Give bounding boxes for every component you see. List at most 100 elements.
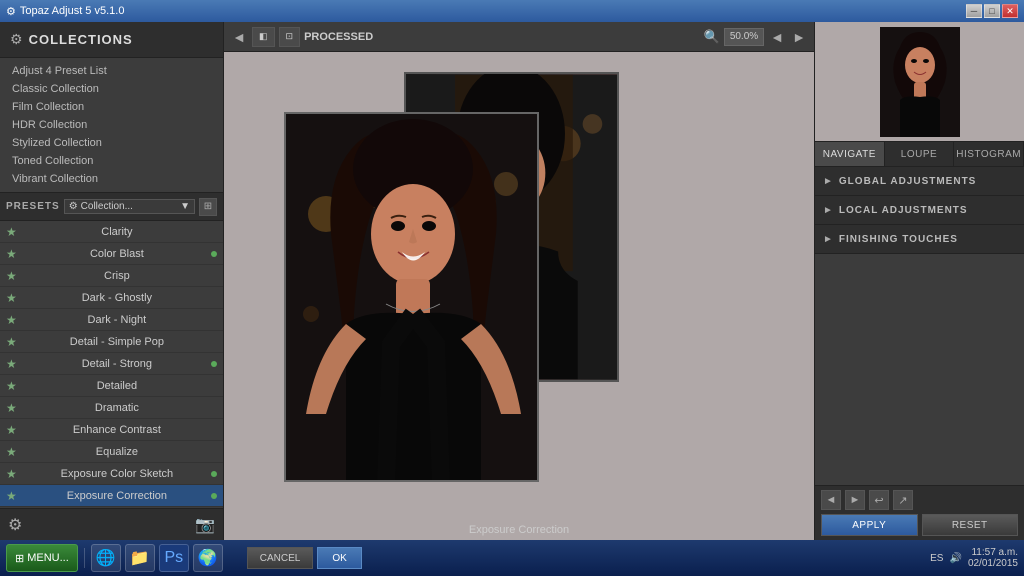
titlebar-left: ⚙ Topaz Adjust 5 v5.1.0 <box>6 5 124 18</box>
preset-item-clarity[interactable]: ★ Clarity <box>0 221 223 243</box>
close-button[interactable]: ✕ <box>1002 4 1018 18</box>
ok-button[interactable]: OK <box>317 547 361 569</box>
maximize-button[interactable]: □ <box>984 4 1000 18</box>
taskbar-right: ES 🔊 11:57 a.m. 02/01/2015 <box>930 547 1018 569</box>
collections-gear-icon[interactable]: ⚙ <box>10 31 23 48</box>
start-button[interactable]: ⊞ MENU... <box>6 544 78 572</box>
zoom-out-button[interactable]: ◄ <box>768 28 786 46</box>
taskbar-app-photoshop[interactable]: Ps <box>159 544 189 572</box>
taskbar-app-ie[interactable]: 🌐 <box>91 544 121 572</box>
preset-dot <box>211 471 217 477</box>
app-icon: ⚙ <box>6 5 16 18</box>
left-panel: ⚙ COLLECTIONS Adjust 4 Preset List Class… <box>0 22 224 540</box>
preset-item-equalize[interactable]: ★ Equalize <box>0 441 223 463</box>
center-panel: ◄ ◧ ⊡ PROCESSED 🔍 ◄ ► <box>224 22 814 540</box>
image-front <box>284 112 539 482</box>
zoom-in-button[interactable]: ► <box>790 28 808 46</box>
next-arrow-button[interactable]: ► <box>845 490 865 510</box>
preset-item-dramatic[interactable]: ★ Dramatic <box>0 397 223 419</box>
star-icon: ★ <box>6 467 17 481</box>
collection-item-vibrant[interactable]: Vibrant Collection <box>0 170 223 188</box>
preset-name: Dramatic <box>23 402 211 414</box>
preset-name: Crisp <box>23 270 211 282</box>
image-toolbar: ◄ ◧ ⊡ PROCESSED 🔍 ◄ ► <box>224 22 814 52</box>
reset-button[interactable]: RESET <box>922 514 1019 536</box>
preset-dot <box>211 251 217 257</box>
preset-name: Detailed <box>23 380 211 392</box>
collection-item-hdr[interactable]: HDR Collection <box>0 116 223 134</box>
right-panel-bottom: ◄ ► ↩ ↗ APPLY RESET <box>815 485 1024 540</box>
finishing-touches-header[interactable]: ► FINISHING TOUCHES <box>815 225 1024 253</box>
star-icon: ★ <box>6 423 17 437</box>
preset-item-colorburst[interactable]: ★ Color Blast <box>0 243 223 265</box>
view-mode-button2[interactable]: ⊡ <box>279 27 301 47</box>
preset-item-detailed[interactable]: ★ Detailed <box>0 375 223 397</box>
collection-item-classic[interactable]: Classic Collection <box>0 80 223 98</box>
global-adjustments-header[interactable]: ► GLOBAL ADJUSTMENTS <box>815 167 1024 195</box>
prev-arrow-button[interactable]: ◄ <box>821 490 841 510</box>
local-adjustments-header[interactable]: ► LOCAL ADJUSTMENTS <box>815 196 1024 224</box>
preset-name: Clarity <box>23 226 211 238</box>
preset-name: Enhance Contrast <box>23 424 211 436</box>
language-indicator: ES <box>930 553 943 564</box>
star-icon: ★ <box>6 313 17 327</box>
menu-label: MENU... <box>27 552 69 564</box>
star-icon: ★ <box>6 291 17 305</box>
camera-icon[interactable]: 📷 <box>195 515 215 535</box>
global-adjustments-title: GLOBAL ADJUSTMENTS <box>839 176 976 187</box>
preset-item-crisp[interactable]: ★ Crisp <box>0 265 223 287</box>
collection-item-toned[interactable]: Toned Collection <box>0 152 223 170</box>
undo-button[interactable]: ↩ <box>869 490 889 510</box>
preset-item-exposure-correction[interactable]: ★ Exposure Correction <box>0 485 223 507</box>
preset-item-detail-simple[interactable]: ★ Detail - Simple Pop <box>0 331 223 353</box>
windows-icon: ⊞ <box>15 552 24 565</box>
speaker-icon: 🔊 <box>949 553 961 564</box>
zoom-input[interactable] <box>724 28 764 46</box>
adjustments-panel: ► GLOBAL ADJUSTMENTS ► LOCAL ADJUSTMENTS… <box>815 167 1024 485</box>
preset-item-detail-strong[interactable]: ★ Detail - Strong <box>0 353 223 375</box>
nav-left-arrow[interactable]: ◄ <box>230 28 248 46</box>
preset-item-dark-ghostly[interactable]: ★ Dark - Ghostly <box>0 287 223 309</box>
fit-button[interactable]: ↗ <box>893 490 913 510</box>
star-icon: ★ <box>6 335 17 349</box>
view-mode-button[interactable]: ◧ <box>252 27 275 47</box>
titlebar: ⚙ Topaz Adjust 5 v5.1.0 ─ □ ✕ <box>0 0 1024 22</box>
star-icon: ★ <box>6 379 17 393</box>
cancel-button[interactable]: CANCEL <box>247 547 314 569</box>
taskbar-separator <box>84 548 85 568</box>
image-front-photo <box>286 114 537 480</box>
presets-list[interactable]: ★ Clarity ★ Color Blast ★ Crisp ★ Dark -… <box>0 221 223 508</box>
preset-item-dark-night[interactable]: ★ Dark - Night <box>0 309 223 331</box>
preset-name: Detail - Simple Pop <box>23 336 211 348</box>
star-icon: ★ <box>6 269 17 283</box>
preset-item-exposure-sketch[interactable]: ★ Exposure Color Sketch <box>0 463 223 485</box>
preset-name: Dark - Ghostly <box>23 292 211 304</box>
collection-item-film[interactable]: Film Collection <box>0 98 223 116</box>
finishing-touches-section: ► FINISHING TOUCHES <box>815 225 1024 254</box>
tab-histogram[interactable]: HISTOGRAM <box>954 142 1024 166</box>
tab-navigate[interactable]: NAVIGATE <box>815 142 885 166</box>
image-caption: Exposure Correction <box>224 524 814 536</box>
tab-loupe[interactable]: LOUPE <box>885 142 955 166</box>
taskbar-app-folder[interactable]: 📁 <box>125 544 155 572</box>
taskbar-app-globe[interactable]: 🌍 <box>193 544 223 572</box>
titlebar-controls: ─ □ ✕ <box>966 4 1018 18</box>
minimize-button[interactable]: ─ <box>966 4 982 18</box>
collection-item-adjust4[interactable]: Adjust 4 Preset List <box>0 62 223 80</box>
preset-item-enhance-contrast[interactable]: ★ Enhance Contrast <box>0 419 223 441</box>
presets-dropdown[interactable]: ⚙ Collection... ▼ <box>64 199 195 214</box>
apply-button[interactable]: APPLY <box>821 514 918 536</box>
presets-grid-button[interactable]: ⊞ <box>199 198 217 216</box>
collections-list: Adjust 4 Preset List Classic Collection … <box>0 58 223 193</box>
zoom-icon: 🔍 <box>704 29 720 45</box>
collections-header: ⚙ COLLECTIONS <box>0 22 223 58</box>
local-adjustments-title: LOCAL ADJUSTMENTS <box>839 205 968 216</box>
preset-name: Exposure Correction <box>23 490 211 502</box>
settings-icon[interactable]: ⚙ <box>8 515 22 535</box>
global-adjustments-section: ► GLOBAL ADJUSTMENTS <box>815 167 1024 196</box>
dropdown-arrow-icon: ▼ <box>180 201 190 212</box>
taskbar: ⊞ MENU... 🌐 📁 Ps 🌍 CANCEL OK ES 🔊 11:57 … <box>0 540 1024 576</box>
thumbnail-area <box>815 22 1024 142</box>
collection-item-stylized[interactable]: Stylized Collection <box>0 134 223 152</box>
preset-name: Dark - Night <box>23 314 211 326</box>
